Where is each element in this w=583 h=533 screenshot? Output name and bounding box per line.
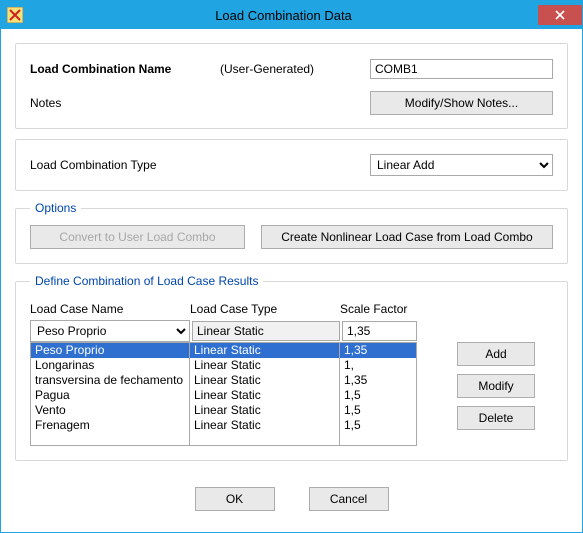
combo-name-input[interactable]: [370, 59, 553, 79]
options-legend: Options: [30, 201, 81, 215]
titlebar: Load Combination Data: [1, 1, 582, 29]
defs-headers: Load Case Name Load Case Type Scale Fact…: [30, 302, 553, 316]
list-item[interactable]: Linear Static: [190, 343, 339, 358]
dialog-buttons: OK Cancel: [15, 471, 568, 517]
definitions-legend: Define Combination of Load Case Results: [30, 274, 263, 288]
scale-factor-input[interactable]: [342, 321, 417, 341]
load-case-type-readonly: Linear Static: [192, 321, 340, 341]
definitions-group: Define Combination of Load Case Results …: [15, 274, 568, 461]
side-buttons: Add Modify Delete: [457, 320, 535, 430]
header-scale-factor: Scale Factor: [340, 302, 435, 316]
type-panel: Load Combination Type Linear Add: [15, 139, 568, 191]
origin-label: (User-Generated): [220, 62, 370, 76]
header-load-case-name: Load Case Name: [30, 302, 190, 316]
name-panel: Load Combination Name (User-Generated) N…: [15, 43, 568, 129]
list-item[interactable]: 1,5: [340, 418, 416, 433]
modify-button[interactable]: Modify: [457, 374, 535, 398]
list-item[interactable]: 1,35: [340, 373, 416, 388]
case-list[interactable]: Peso ProprioLongarinastransversina de fe…: [30, 342, 417, 446]
list-item[interactable]: Linear Static: [190, 403, 339, 418]
options-group: Options Convert to User Load Combo Creat…: [15, 201, 568, 264]
list-item[interactable]: Vento: [31, 403, 189, 418]
list-item[interactable]: 1,5: [340, 403, 416, 418]
list-item[interactable]: Longarinas: [31, 358, 189, 373]
cancel-button[interactable]: Cancel: [309, 487, 389, 511]
window-title: Load Combination Data: [29, 8, 538, 23]
app-icon: [7, 7, 23, 23]
list-item[interactable]: Frenagem: [31, 418, 189, 433]
dialog-window: Load Combination Data Load Combination N…: [0, 0, 583, 533]
combo-type-select[interactable]: Linear Add: [370, 154, 553, 176]
create-nonlinear-button[interactable]: Create Nonlinear Load Case from Load Com…: [261, 225, 553, 249]
name-label: Load Combination Name: [30, 62, 220, 76]
list-item[interactable]: Linear Static: [190, 418, 339, 433]
ok-button[interactable]: OK: [195, 487, 275, 511]
list-item[interactable]: Linear Static: [190, 358, 339, 373]
add-button[interactable]: Add: [457, 342, 535, 366]
list-item[interactable]: 1,35: [340, 343, 416, 358]
list-item[interactable]: transversina de fechamento: [31, 373, 189, 388]
client-area: Load Combination Name (User-Generated) N…: [1, 29, 582, 532]
load-case-name-select[interactable]: Peso Proprio: [30, 320, 190, 342]
type-label: Load Combination Type: [30, 158, 370, 172]
header-load-case-type: Load Case Type: [190, 302, 340, 316]
list-item[interactable]: Peso Proprio: [31, 343, 189, 358]
close-icon: [555, 10, 565, 20]
list-item[interactable]: Linear Static: [190, 373, 339, 388]
modify-notes-button[interactable]: Modify/Show Notes...: [370, 91, 553, 115]
list-item[interactable]: Pagua: [31, 388, 189, 403]
list-item[interactable]: 1,: [340, 358, 416, 373]
list-item[interactable]: Linear Static: [190, 388, 339, 403]
notes-label: Notes: [30, 96, 220, 110]
convert-user-combo-button: Convert to User Load Combo: [30, 225, 245, 249]
delete-button[interactable]: Delete: [457, 406, 535, 430]
close-button[interactable]: [538, 5, 582, 25]
list-item[interactable]: 1,5: [340, 388, 416, 403]
